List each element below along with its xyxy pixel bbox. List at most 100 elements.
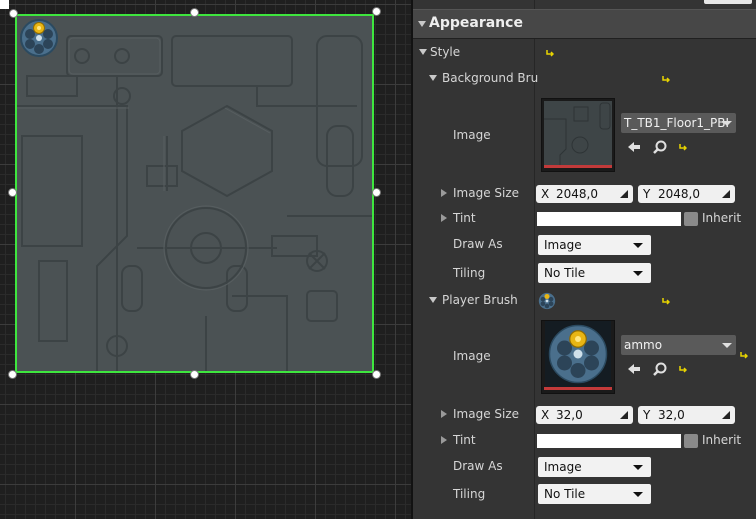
- ammo-cylinder-thumbnail-icon: [545, 321, 611, 387]
- player-draw-as-dropdown[interactable]: Image: [538, 457, 651, 477]
- property-label-style: Style: [430, 45, 461, 59]
- bg-draw-as-dropdown[interactable]: Image: [538, 235, 651, 255]
- dropdown-value: Image: [544, 238, 582, 252]
- property-label-background-brush: Background Bru: [442, 71, 539, 85]
- property-label-tiling: Tiling: [453, 487, 486, 501]
- value-y: 32,0: [658, 408, 685, 422]
- resize-handle-top-right[interactable]: [372, 7, 381, 16]
- dropdown-arrow-icon: [633, 271, 643, 276]
- dropdown-value: No Tile: [544, 266, 586, 280]
- floor-texture-image: [17, 16, 372, 371]
- expand-arrow-icon[interactable]: [419, 49, 427, 55]
- expand-arrow-icon[interactable]: [441, 410, 447, 418]
- asset-name: T_TB1_Floor1_PBI: [624, 116, 730, 130]
- resize-handle-bottom[interactable]: [190, 370, 199, 379]
- category-appearance[interactable]: Appearance: [413, 9, 756, 39]
- property-label-image: Image: [453, 349, 491, 363]
- property-row-bg-image: Image T_TB1_Floor1_PBI: [413, 96, 756, 176]
- reset-to-default-icon[interactable]: [662, 297, 670, 305]
- browse-asset-magnifier-icon[interactable]: [652, 361, 668, 377]
- bg-tint-color-swatch[interactable]: [537, 212, 681, 226]
- use-selected-asset-arrow-icon[interactable]: [626, 139, 642, 155]
- resize-handle-bottom-right[interactable]: [372, 370, 381, 379]
- property-row-player-tiling: Tiling No Tile: [413, 484, 756, 506]
- details-panel: Appearance Style Background Bru Image T_…: [413, 0, 756, 519]
- axis-label-y: Y: [643, 187, 651, 201]
- resize-handle-top-left[interactable]: [9, 9, 18, 18]
- player-tiling-dropdown[interactable]: No Tile: [538, 484, 651, 504]
- property-label-tiling: Tiling: [453, 266, 486, 280]
- property-row-bg-tiling: Tiling No Tile: [413, 263, 756, 285]
- property-row-player-tint: Tint Inherit: [413, 430, 756, 452]
- dropdown-arrow-icon: [633, 465, 643, 470]
- reset-to-default-icon[interactable]: [662, 75, 670, 83]
- dropdown-arrow-icon: [722, 121, 732, 126]
- axis-label-x: X: [541, 408, 550, 422]
- designer-viewport[interactable]: [0, 0, 411, 519]
- property-label-draw-as: Draw As: [453, 237, 503, 251]
- inherit-label: Inherit: [702, 211, 742, 225]
- drag-grip-icon[interactable]: [722, 411, 730, 419]
- property-row-player-draw-as: Draw As Image: [413, 456, 756, 478]
- bg-size-y-field[interactable]: Y 2048,0: [638, 185, 735, 203]
- player-size-y-field[interactable]: Y 32,0: [638, 406, 735, 424]
- value-y: 2048,0: [658, 187, 700, 201]
- player-tint-color-swatch[interactable]: [537, 434, 681, 448]
- axis-label-y: Y: [643, 408, 651, 422]
- viewport-corner-marker: [0, 0, 9, 9]
- collapse-arrow-icon[interactable]: [418, 21, 426, 27]
- property-row-bg-image-size: Image Size X 2048,0 Y 2048,0: [413, 183, 756, 205]
- dropdown-arrow-icon: [633, 243, 643, 248]
- inherit-label: Inherit: [702, 433, 742, 447]
- reset-to-default-icon[interactable]: [546, 49, 554, 57]
- dropdown-value: Image: [544, 460, 582, 474]
- reset-to-default-icon[interactable]: [679, 365, 687, 373]
- dropdown-arrow-icon: [722, 343, 732, 348]
- expand-arrow-icon[interactable]: [441, 436, 447, 444]
- use-selected-asset-arrow-icon[interactable]: [626, 361, 642, 377]
- value-x: 2048,0: [556, 187, 598, 201]
- resize-handle-top[interactable]: [190, 8, 199, 17]
- asset-name: ammo: [624, 338, 663, 352]
- resize-handle-right[interactable]: [372, 188, 381, 197]
- bg-image-asset-picker[interactable]: T_TB1_Floor1_PBI: [621, 113, 736, 133]
- resize-handle-bottom-left[interactable]: [8, 370, 17, 379]
- player-tint-inherit-checkbox[interactable]: [684, 434, 698, 448]
- bg-tint-inherit-checkbox[interactable]: [684, 212, 698, 226]
- search-box-edge[interactable]: [704, 0, 752, 4]
- dropdown-arrow-icon: [633, 492, 643, 497]
- drag-grip-icon[interactable]: [620, 411, 628, 419]
- property-label-tint: Tint: [453, 211, 476, 225]
- expand-arrow-icon[interactable]: [429, 75, 437, 81]
- property-label-image-size: Image Size: [453, 407, 520, 421]
- browse-asset-magnifier-icon[interactable]: [652, 139, 668, 155]
- expand-arrow-icon[interactable]: [441, 189, 447, 197]
- property-row-bg-tint: Tint Inherit: [413, 208, 756, 230]
- expand-arrow-icon[interactable]: [429, 297, 437, 303]
- bg-tiling-dropdown[interactable]: No Tile: [538, 263, 651, 283]
- category-title: Appearance: [429, 15, 523, 31]
- player-size-x-field[interactable]: X 32,0: [536, 406, 633, 424]
- expand-arrow-icon[interactable]: [441, 214, 447, 222]
- player-image-asset-picker[interactable]: ammo: [621, 335, 736, 355]
- property-label-tint: Tint: [453, 433, 476, 447]
- value-x: 32,0: [556, 408, 583, 422]
- reset-to-default-icon[interactable]: [740, 351, 748, 359]
- reset-to-default-icon[interactable]: [679, 143, 687, 151]
- property-label-image-size: Image Size: [453, 186, 520, 200]
- property-row-player-image: Image ammo: [413, 318, 756, 398]
- bg-image-thumbnail[interactable]: [541, 98, 615, 172]
- bg-size-x-field[interactable]: X 2048,0: [536, 185, 633, 203]
- property-label-image: Image: [453, 128, 491, 142]
- property-row-player-brush: Player Brush: [413, 290, 756, 312]
- ammo-cylinder-image: [20, 19, 58, 57]
- axis-label-x: X: [541, 187, 550, 201]
- player-image-thumbnail[interactable]: [541, 320, 615, 394]
- property-label-draw-as: Draw As: [453, 459, 503, 473]
- thumbnail-underline: [544, 165, 612, 168]
- property-row-background-brush: Background Bru: [413, 68, 756, 90]
- drag-grip-icon[interactable]: [620, 190, 628, 198]
- resize-handle-left[interactable]: [8, 188, 17, 197]
- background-brush-widget[interactable]: [15, 14, 374, 373]
- drag-grip-icon[interactable]: [722, 190, 730, 198]
